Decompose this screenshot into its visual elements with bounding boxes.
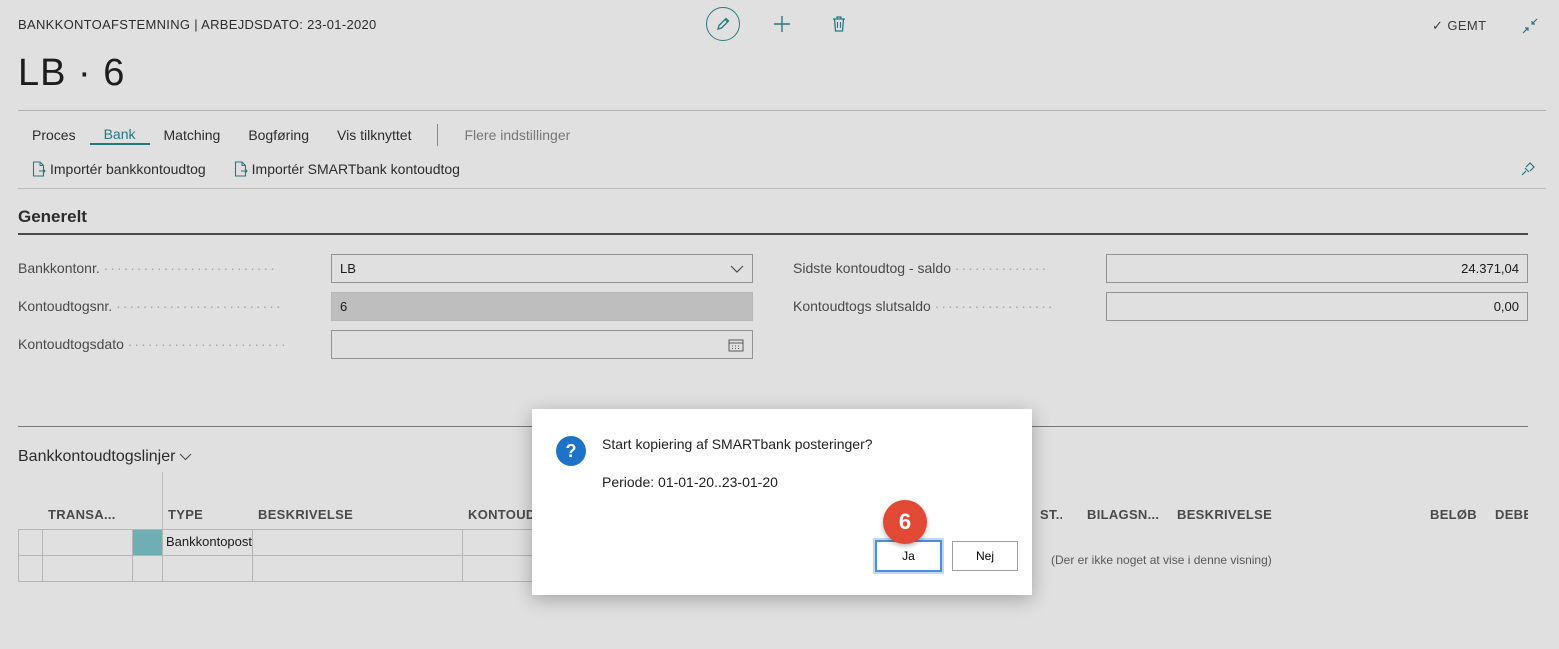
yes-button[interactable]: Ja [875, 540, 942, 572]
step-badge: 6 [883, 500, 927, 544]
dialog-period: Periode: 01-01-20..23-01-20 [602, 474, 778, 490]
no-button[interactable]: Nej [952, 541, 1018, 571]
dialog-question: Start kopiering af SMARTbank posteringer… [602, 436, 873, 452]
bank-reconciliation-page: BANKKONTOAFSTEMNING | ARBEJDSDATO: 23-01… [0, 0, 1559, 649]
question-icon: ? [556, 436, 586, 466]
